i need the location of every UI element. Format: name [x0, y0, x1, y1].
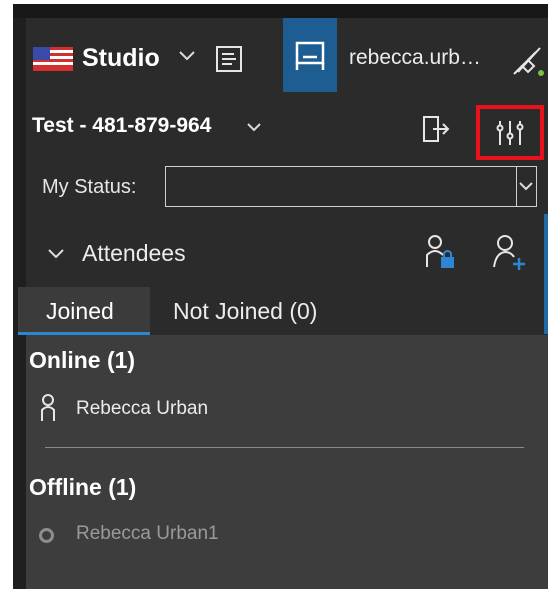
settings-button[interactable] [476, 105, 544, 160]
meeting-title[interactable]: Test - 481-879-964 [32, 114, 211, 138]
person-icon [41, 394, 55, 421]
plug-icon[interactable] [510, 42, 546, 78]
tab-not-joined[interactable]: Not Joined (0) [173, 298, 317, 325]
offline-status-icon [39, 528, 54, 543]
app-panel: Studio rebecca.urb… Test - 481-879-964 M… [13, 4, 548, 589]
whiteboard-button[interactable] [283, 18, 337, 92]
select-divider [516, 167, 517, 206]
notes-icon[interactable] [214, 44, 244, 74]
scrollbar[interactable] [544, 214, 548, 334]
chevron-down-icon[interactable] [48, 249, 64, 259]
leave-icon[interactable] [421, 114, 451, 144]
chevron-down-icon[interactable] [519, 182, 533, 191]
list-item[interactable]: Rebecca Urban [76, 398, 208, 420]
add-attendee-icon[interactable] [491, 233, 527, 271]
settings-sliders-icon [496, 121, 524, 145]
offline-heading: Offline (1) [29, 474, 137, 500]
status-label: My Status: [42, 176, 137, 198]
lock-attendee-icon[interactable] [423, 233, 457, 271]
top-edge [13, 4, 548, 18]
attendees-label[interactable]: Attendees [82, 240, 186, 267]
chevron-down-icon[interactable] [179, 51, 195, 61]
top-bar: Studio rebecca.urb… [26, 18, 548, 92]
chevron-down-icon[interactable] [247, 123, 261, 132]
tab-label: Joined [46, 298, 114, 324]
whiteboard-icon [295, 41, 325, 70]
us-flag-icon [33, 47, 73, 71]
list-item[interactable]: Rebecca Urban1 [76, 523, 219, 545]
status-select[interactable] [165, 166, 537, 207]
online-heading: Online (1) [29, 347, 136, 373]
divider [45, 447, 524, 448]
mode-label[interactable]: Studio [82, 44, 160, 73]
tab-joined[interactable]: Joined [18, 287, 150, 335]
username[interactable]: rebecca.urb… [349, 46, 481, 70]
